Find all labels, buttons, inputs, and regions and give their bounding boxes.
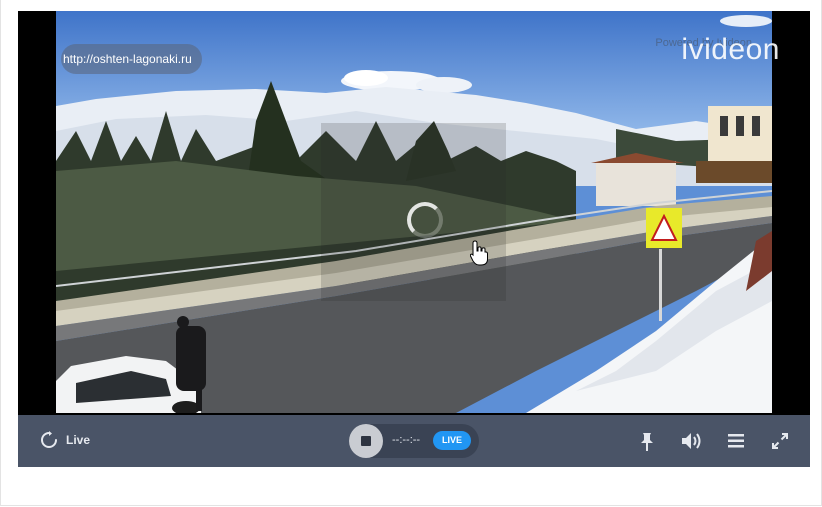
hand-cursor-icon — [469, 240, 488, 271]
stop-icon — [361, 436, 371, 446]
stop-button[interactable] — [349, 424, 383, 458]
volume-icon — [682, 433, 701, 449]
refresh-icon — [41, 431, 57, 448]
timecode-display: --:--:-- — [392, 434, 421, 446]
player-control-bar: Live --:--:-- LIVE — [18, 415, 810, 467]
video-player[interactable]: http://oshten-lagonaki.ru Powered by Ivi… — [18, 11, 810, 415]
pin-icon — [641, 433, 653, 451]
live-refresh-button[interactable]: Live — [40, 431, 90, 449]
fullscreen-button[interactable] — [772, 433, 788, 454]
camera-url-badge[interactable]: http://oshten-lagonaki.ru — [61, 44, 202, 74]
live-badge[interactable]: LIVE — [433, 431, 471, 450]
loading-spinner-icon — [407, 202, 443, 238]
playback-pill: --:--:-- LIVE — [349, 424, 479, 458]
ivideon-logo[interactable]: ivideon — [681, 33, 780, 67]
menu-button[interactable] — [728, 434, 744, 453]
pin-button[interactable] — [639, 432, 655, 457]
live-label: Live — [66, 433, 91, 447]
fullscreen-icon — [772, 433, 788, 449]
menu-icon — [728, 434, 744, 448]
player-card: http://oshten-lagonaki.ru Powered by Ivi… — [0, 0, 822, 506]
volume-button[interactable] — [681, 432, 703, 455]
